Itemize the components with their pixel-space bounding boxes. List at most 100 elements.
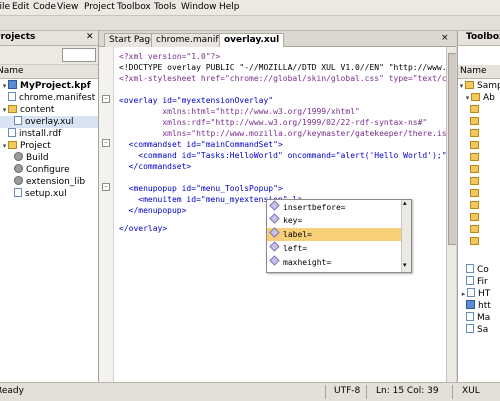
toolbox-item[interactable] — [470, 224, 482, 236]
tree-item-extension-lib[interactable]: extension_lib — [14, 176, 85, 188]
status-divider — [452, 385, 453, 399]
status-language-mode[interactable]: XUL — [462, 386, 480, 396]
scroll-up-icon[interactable]: ▴ — [403, 199, 407, 207]
code-line: xmlns="http://www.mozilla.org/keymaster/… — [119, 129, 456, 138]
tree-item-build[interactable]: Build — [14, 152, 49, 164]
close-icon[interactable]: ✕ — [86, 32, 94, 42]
file-icon — [14, 188, 22, 197]
column-header-name[interactable]: Name — [0, 65, 98, 79]
folder-icon — [470, 105, 479, 113]
status-message: Ready — [0, 386, 24, 396]
toolbox-item[interactable] — [470, 176, 482, 188]
projects-pane: Projects ✕ Name ▾ MyProject.kpf chrome.ma… — [0, 31, 99, 382]
project-filter-input[interactable] — [62, 48, 96, 62]
folder-icon — [470, 177, 479, 185]
menu-view[interactable]: View — [57, 1, 78, 14]
autocomplete-scrollbar[interactable]: ▴ ▾ — [401, 199, 411, 272]
folder-icon — [470, 225, 479, 233]
collapse-icon[interactable]: ▾ — [1, 104, 8, 116]
code-line: xmlns:html="http://www.w3.org/1999/xhtml… — [119, 107, 360, 116]
autocomplete-item-selected[interactable]: label= — [267, 227, 401, 241]
menu-project[interactable]: Project — [84, 1, 115, 14]
toolbox-item[interactable] — [470, 152, 482, 164]
autocomplete-item[interactable]: maxheight= — [267, 255, 401, 269]
menu-toolbox[interactable]: Toolbox — [117, 1, 151, 14]
folder-icon — [470, 213, 479, 221]
tree-item-configure[interactable]: Configure — [14, 164, 70, 176]
toolbox-item[interactable] — [470, 200, 482, 212]
tree-item-label: MyProject.kpf — [20, 81, 91, 91]
toolbox-item[interactable] — [470, 104, 482, 116]
scroll-down-icon[interactable]: ▾ — [403, 261, 407, 269]
toolbox-item[interactable] — [470, 236, 482, 248]
folder-icon — [470, 117, 479, 125]
editor-scrollbar[interactable] — [446, 47, 456, 382]
toolbox-item[interactable]: ▾ Ab — [464, 92, 495, 104]
autocomplete-item[interactable]: left= — [267, 241, 401, 255]
tree-item-overlay-xul[interactable]: overlay.xul — [0, 116, 98, 128]
toolbox-item[interactable]: Co — [466, 264, 489, 276]
tab-label: overlay.xul — [224, 35, 280, 45]
tree-item-label: install.rdf — [19, 129, 62, 139]
code-line: <menupopup id="menu_ToolsPopup"> — [119, 184, 283, 193]
toolbox-item[interactable] — [470, 116, 482, 128]
code-editor[interactable]: - - - <?xml version="1.0"?> <!DOCTYPE ov… — [99, 47, 456, 382]
fold-marker-icon[interactable]: - — [102, 95, 110, 103]
menu-code[interactable]: Code — [33, 1, 56, 14]
toolbox-item[interactable]: Sa — [466, 324, 488, 336]
file-icon — [14, 116, 22, 125]
scrollbar-thumb[interactable] — [448, 53, 456, 245]
toolbox-item[interactable] — [470, 188, 482, 200]
tree-item-label: extension_lib — [26, 177, 86, 187]
attribute-icon — [269, 255, 280, 266]
collapse-icon[interactable]: ▾ — [1, 80, 8, 92]
fold-marker-icon[interactable]: - — [102, 183, 110, 191]
code-line: <!DOCTYPE overlay PUBLIC "-//MOZILLA//DT… — [119, 63, 456, 72]
column-header-name[interactable]: Name — [458, 65, 500, 79]
file-icon — [8, 128, 16, 137]
toolbar — [0, 16, 500, 31]
projects-pane-title: Projects — [0, 32, 36, 42]
file-icon — [466, 264, 474, 273]
toolbox-item[interactable]: ▾Samp — [458, 80, 500, 92]
autocomplete-item[interactable]: key= — [267, 213, 401, 227]
folder-icon — [470, 165, 479, 173]
menu-bar: File Edit Code View Project Toolbox Tool… — [0, 0, 500, 16]
menu-edit[interactable]: Edit — [12, 1, 29, 14]
toolbox-item[interactable]: ▸ HT — [460, 288, 490, 300]
toolbox-item[interactable] — [470, 128, 482, 140]
menu-file[interactable]: File — [0, 1, 10, 14]
tree-item-label: chrome.manifest — [19, 93, 96, 103]
projects-pane-header: Projects ✕ — [0, 31, 98, 46]
toolbox-item[interactable]: htt — [466, 300, 491, 312]
attribute-icon — [269, 200, 280, 211]
fold-marker-icon[interactable]: - — [102, 139, 110, 147]
status-encoding[interactable]: UTF-8 — [334, 386, 360, 396]
tree-item-setup-xul[interactable]: setup.xul — [14, 188, 67, 200]
toolbox-item[interactable] — [470, 140, 482, 152]
close-tab-icon[interactable]: × — [441, 33, 449, 43]
attribute-icon — [269, 241, 280, 252]
tree-item-label: setup.xul — [25, 189, 67, 199]
toolbox-item[interactable] — [470, 164, 482, 176]
tree-item-content[interactable]: ▾ content — [1, 104, 54, 116]
folder-icon — [470, 129, 479, 137]
toolbox-item[interactable] — [470, 212, 482, 224]
tree-item-chrome-manifest[interactable]: chrome.manifest — [8, 92, 95, 104]
tree-item-project-folder[interactable]: ▾ Project — [1, 140, 51, 152]
toolbox-item[interactable]: Ma — [466, 312, 490, 324]
tree-item-project[interactable]: ▾ MyProject.kpf — [1, 80, 91, 92]
tab-overlay-xul[interactable]: overlay.xul — [219, 33, 285, 48]
menu-window[interactable]: Window — [181, 1, 217, 14]
folder-icon — [8, 105, 17, 113]
menu-tools[interactable]: Tools — [154, 1, 176, 14]
code-line: <commandset id="mainCommandSet"> — [119, 140, 283, 149]
toolbox-item[interactable]: Fir — [466, 276, 488, 288]
globe-icon — [466, 300, 475, 309]
collapse-icon[interactable]: ▾ — [1, 140, 8, 152]
menu-help[interactable]: Help — [219, 1, 240, 14]
autocomplete-item[interactable]: insertbefore= — [267, 200, 401, 214]
code-line: </commandset> — [119, 162, 192, 171]
column-header-label: Name — [460, 66, 487, 76]
tree-item-install-rdf[interactable]: install.rdf — [8, 128, 61, 140]
